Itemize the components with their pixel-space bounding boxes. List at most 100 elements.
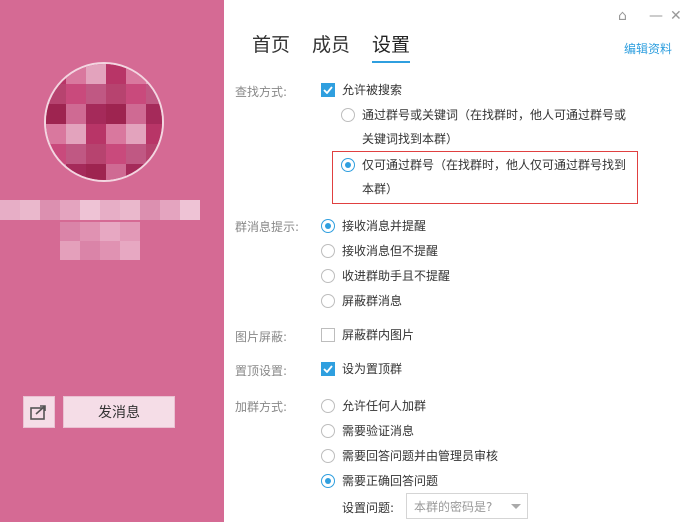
avatar-pixel	[106, 164, 126, 180]
avatar-pixel	[106, 144, 126, 164]
avatar-pixel	[86, 124, 106, 144]
chevron-down-icon	[511, 504, 521, 509]
option1-text-line1: 通过群号或关键词（在找群时，他人可通过群号或	[362, 108, 627, 122]
pin-top-checkbox[interactable]: 设为置顶群	[321, 360, 402, 377]
send-message-button[interactable]: 发消息	[63, 396, 175, 428]
blur-block	[140, 200, 160, 220]
search-method-label: 查找方式:	[235, 85, 288, 99]
avatar-pixel	[46, 124, 66, 144]
checkbox-checked-icon	[321, 361, 335, 376]
pin-top-label: 置顶设置:	[235, 364, 288, 378]
avatar-pixel	[126, 84, 146, 104]
radio-icon	[341, 108, 355, 122]
minimize-icon[interactable]: —	[649, 8, 663, 24]
notify-option-receive-silent[interactable]: 接收消息但不提醒	[321, 242, 438, 259]
avatar-pixel	[66, 124, 86, 144]
avatar-pixel	[146, 84, 162, 104]
tab-members[interactable]: 成员	[312, 30, 350, 63]
join-option-anyone[interactable]: 允许任何人加群	[321, 397, 426, 414]
profile-panel: 发消息	[0, 0, 224, 522]
radio-icon	[321, 423, 335, 438]
pin-icon[interactable]: ⌂	[618, 8, 627, 24]
allow-search-label: 允许被搜索	[342, 83, 403, 97]
tab-bar: 首页 成员 设置	[252, 30, 411, 63]
share-button[interactable]	[23, 396, 55, 428]
option1-text-line2: 关键词找到本群）	[362, 132, 459, 146]
tab-home[interactable]: 首页	[252, 30, 290, 63]
radio-icon	[321, 243, 335, 258]
blur-block	[20, 200, 40, 220]
notify-option-assistant[interactable]: 收进群助手且不提醒	[321, 267, 450, 284]
join-method-label: 加群方式:	[235, 400, 288, 414]
join-option-verify[interactable]: 需要验证消息	[321, 422, 414, 439]
notify-label: 群消息提示:	[235, 220, 300, 234]
blur-block	[120, 222, 140, 241]
search-by-id-only-radio[interactable]: 仅可通过群号（在找群时，他人仅可通过群号找到 本群）	[341, 153, 632, 201]
avatar-pixel	[106, 64, 126, 84]
avatar-pixel	[146, 144, 162, 164]
question-select-value: 本群的密码是?	[414, 499, 493, 514]
avatar-pixel	[46, 84, 66, 104]
radio-icon	[321, 448, 335, 463]
edit-profile-link[interactable]: 编辑资料	[624, 40, 672, 57]
close-icon[interactable]: ✕	[670, 8, 682, 24]
set-question-label: 设置问题:	[342, 501, 395, 515]
block-images-checkbox[interactable]: 屏蔽群内图片	[321, 326, 414, 343]
avatar-pixel	[106, 84, 126, 104]
radio-icon	[321, 268, 335, 283]
radio-selected-icon	[341, 158, 355, 172]
checkbox-checked-icon	[321, 82, 335, 97]
tab-settings[interactable]: 设置	[372, 30, 411, 63]
radio-selected-icon	[321, 473, 335, 488]
avatar[interactable]	[44, 62, 164, 182]
blur-block	[80, 222, 100, 241]
image-block-label: 图片屏蔽:	[235, 330, 288, 344]
radio-icon	[321, 293, 335, 308]
blur-block	[60, 222, 80, 241]
blur-block	[60, 241, 80, 260]
radio-icon	[321, 398, 335, 413]
join-option-answer-correct[interactable]: 需要正确回答问题	[321, 472, 438, 489]
blur-block	[100, 241, 120, 260]
avatar-pixel	[86, 144, 106, 164]
checkbox-icon	[321, 327, 335, 342]
group-name-blurred	[0, 200, 200, 220]
blur-block	[160, 200, 180, 220]
search-by-id-or-keyword-radio[interactable]: 通过群号或关键词（在找群时，他人可通过群号或 关键词找到本群）	[341, 103, 632, 151]
allow-search-checkbox[interactable]: 允许被搜索	[321, 81, 402, 98]
avatar-pixel	[66, 64, 86, 84]
join-option-answer-review[interactable]: 需要回答问题并由管理员审核	[321, 447, 498, 464]
avatar-pixel	[126, 104, 146, 124]
avatar-pixel	[146, 104, 162, 124]
blur-block	[40, 200, 60, 220]
avatar-pixel	[46, 164, 66, 180]
avatar-pixel	[46, 64, 66, 84]
blur-block	[120, 200, 140, 220]
notify-option-block[interactable]: 屏蔽群消息	[321, 292, 402, 309]
blur-block	[60, 200, 80, 220]
avatar-pixel	[46, 144, 66, 164]
blur-block	[80, 241, 100, 260]
avatar-pixel	[66, 164, 86, 180]
blur-block	[0, 200, 20, 220]
blur-block	[100, 222, 120, 241]
avatar-pixel	[86, 164, 106, 180]
option2-text-line2: 本群）	[362, 182, 399, 196]
share-icon	[30, 405, 46, 420]
option2-text-line1: 仅可通过群号（在找群时，他人仅可通过群号找到	[362, 158, 627, 172]
avatar-pixel	[126, 124, 146, 144]
question-select[interactable]: 本群的密码是?	[406, 493, 528, 519]
avatar-pixel	[66, 144, 86, 164]
blur-block	[100, 200, 120, 220]
avatar-pixel	[106, 124, 126, 144]
avatar-pixel	[146, 64, 162, 84]
avatar-pixel	[106, 104, 126, 124]
avatar-pixel	[86, 64, 106, 84]
group-id-blurred	[60, 222, 140, 260]
blur-block	[80, 200, 100, 220]
avatar-pixel	[126, 164, 146, 180]
radio-selected-icon	[321, 218, 335, 233]
notify-option-receive-remind[interactable]: 接收消息并提醒	[321, 217, 426, 234]
avatar-pixel	[86, 84, 106, 104]
avatar-pixel	[126, 144, 146, 164]
